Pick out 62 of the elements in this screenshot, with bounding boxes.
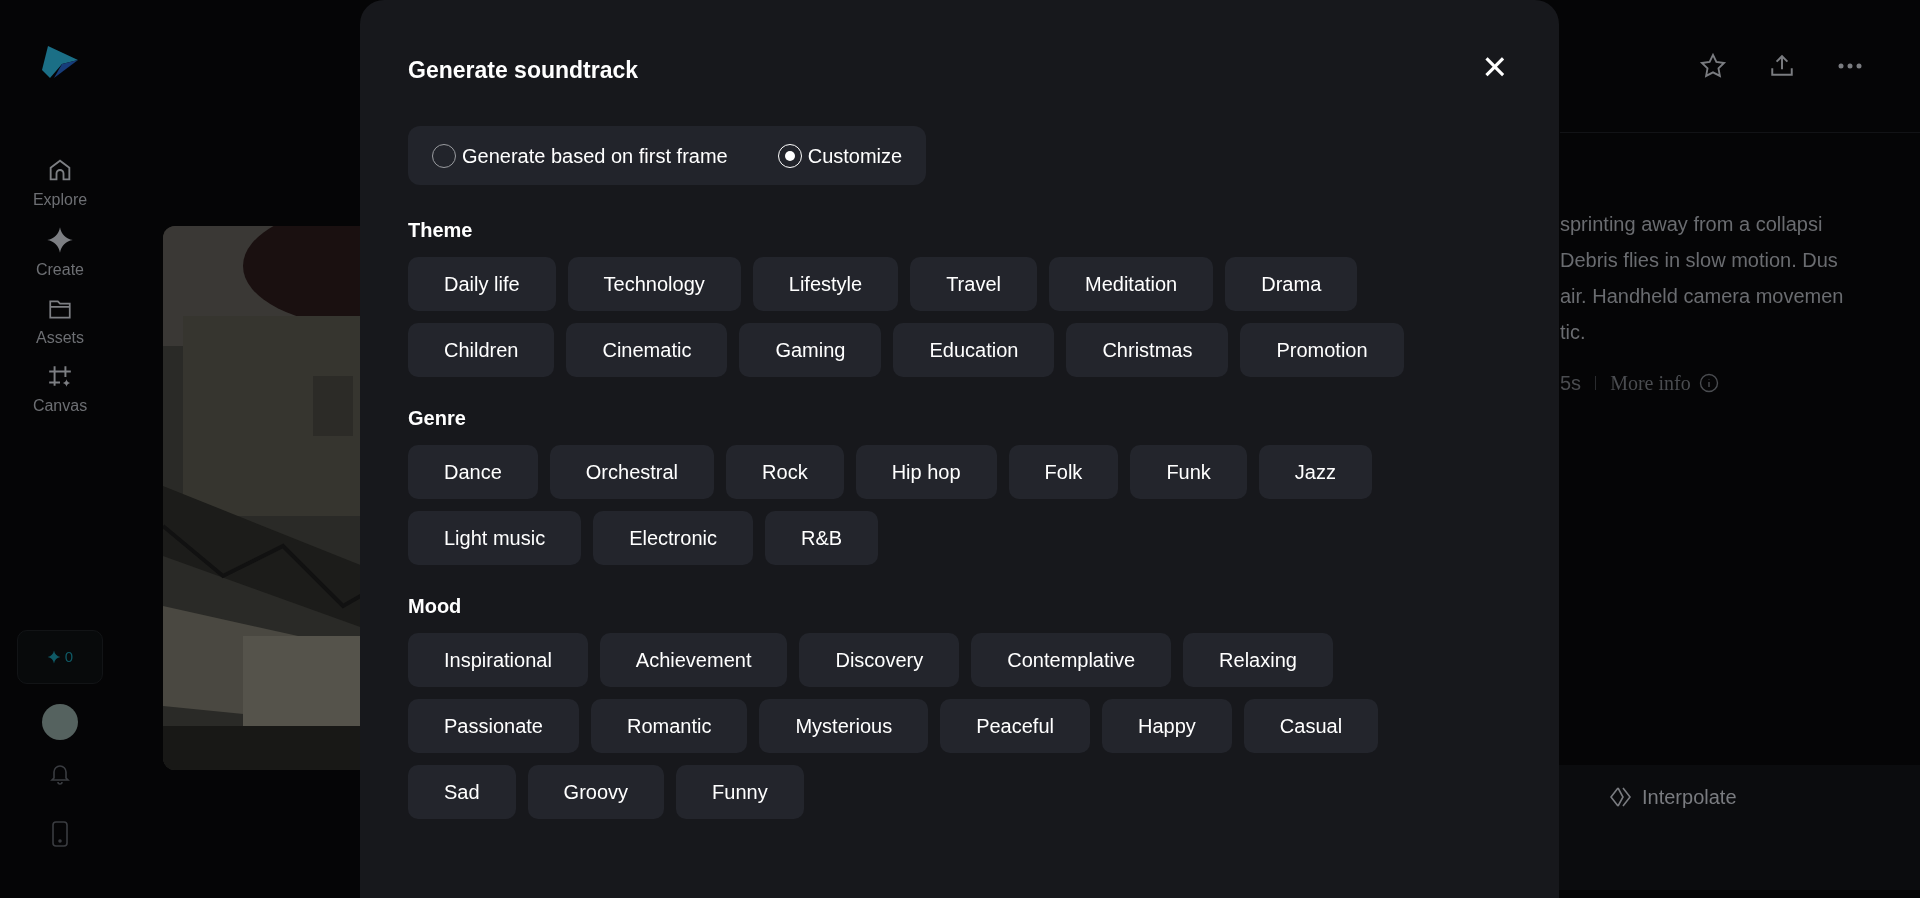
radio-option[interactable]: Customize [777,140,903,171]
close-button[interactable]: × [1482,46,1507,88]
tag-chip[interactable]: Jazz [1258,445,1372,499]
tag-chip[interactable]: Passionate [408,699,579,753]
tag-chip[interactable]: Children [408,323,555,377]
tag-chip[interactable]: Dance [408,445,538,499]
tag-chip[interactable]: Romantic [590,699,748,753]
duration-text: 5s [1560,371,1582,396]
more-icon[interactable] [1837,62,1863,70]
radio-option[interactable]: Generate based on first frame [432,140,728,171]
tag-chip[interactable]: Sad [408,765,516,819]
crop-icon [47,364,73,390]
tag-chip[interactable]: Christmas [1066,323,1229,377]
tag-chip[interactable]: Technology [567,257,741,311]
prompt-text-line: Debris flies in slow motion. Dus [1560,248,1839,273]
tag-chip[interactable]: Daily life [408,257,556,311]
tag-chip[interactable]: Relaxing [1183,633,1333,687]
modal-title: Generate soundtrack [408,55,639,85]
prompt-text-line: air. Handheld camera movemen [1560,284,1844,309]
interpolate-label: Interpolate [1642,785,1737,810]
logo-icon [40,44,80,80]
sparkle-icon [46,226,74,254]
tag-chip[interactable]: Groovy [527,765,665,819]
tag-chip[interactable]: R&B [764,511,879,565]
sparkle-icon [46,650,61,664]
nav-item[interactable]: Canvas [32,364,88,418]
tag-chip[interactable]: Discovery [799,633,960,687]
section-heading: Mood [408,594,462,619]
tag-chip[interactable]: Hip hop [855,445,997,499]
tag-chip[interactable]: Folk [1008,445,1119,499]
tag-chip[interactable]: Orchestral [549,445,715,499]
tag-chip[interactable]: Gaming [739,323,882,377]
nav-item[interactable]: Assets [36,296,84,350]
tag-chip[interactable]: Mysterious [759,699,929,753]
section-heading: Theme [408,218,473,243]
tag-chip[interactable]: Casual [1243,699,1379,753]
tag-chip[interactable]: Education [893,323,1055,377]
tag-chip[interactable]: Cinematic [566,323,728,377]
tag-chip[interactable]: Electronic [593,511,753,565]
tag-chip[interactable]: Funny [676,765,804,819]
nav-item[interactable]: Explore [32,156,88,212]
tag-chip[interactable]: Meditation [1048,257,1214,311]
section-heading: Genre [408,406,466,431]
interpolate-button[interactable]: Interpolate [1610,782,1737,812]
diamond-icon [1610,786,1632,808]
prompt-text-line: tic. [1560,320,1587,345]
tag-chip[interactable]: Lifestyle [752,257,899,311]
tag-chip[interactable]: Peaceful [940,699,1090,753]
tag-chip[interactable]: Drama [1225,257,1358,311]
tag-chip[interactable]: Contemplative [971,633,1172,687]
tag-chip[interactable]: Rock [726,445,844,499]
prompt-text-line: sprinting away from a collapsi [1560,212,1824,237]
tag-chip[interactable]: Funk [1130,445,1247,499]
avatar[interactable] [42,704,78,740]
tag-chip[interactable]: Achievement [599,633,788,687]
tag-chip[interactable]: Travel [910,257,1037,311]
star-icon[interactable] [1699,52,1727,80]
tag-chip[interactable]: Happy [1102,699,1232,753]
tag-chip[interactable]: Promotion [1240,323,1404,377]
nav-item[interactable]: Create [36,226,84,282]
tag-chip[interactable]: Light music [408,511,582,565]
tag-chip[interactable]: Inspirational [408,633,588,687]
